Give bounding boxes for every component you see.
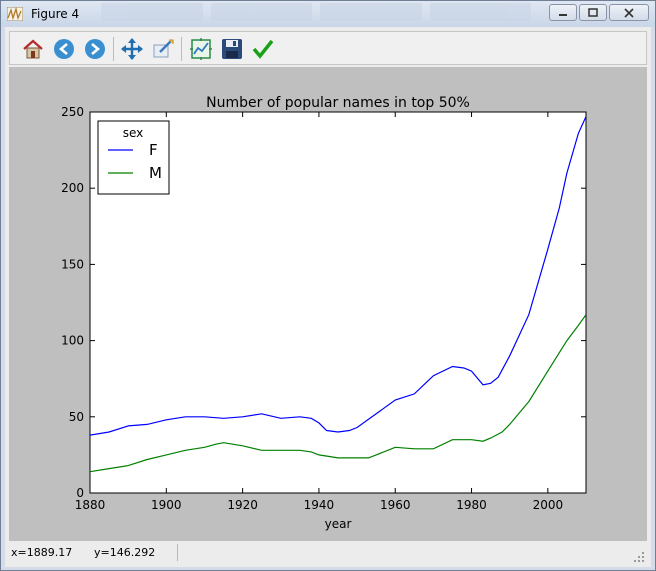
subplots-icon [190, 38, 212, 60]
floppy-disk-icon [222, 39, 242, 59]
cursor-y-readout: y=146.292 [94, 546, 156, 559]
subplots-button[interactable] [188, 36, 214, 62]
legend-label-F: F [149, 141, 158, 159]
maximize-button[interactable] [579, 4, 607, 21]
save-button[interactable] [219, 36, 245, 62]
forward-button[interactable] [82, 36, 108, 62]
legend: sex FM [97, 120, 170, 195]
x-tick-label: 1940 [304, 498, 335, 512]
y-tick-label: 200 [61, 181, 84, 195]
y-tick-label: 150 [61, 257, 84, 271]
chart-title: Number of popular names in top 50% [206, 95, 470, 111]
cursor-x-readout: x=1889.17 [11, 546, 73, 559]
home-icon [23, 39, 43, 59]
home-button[interactable] [20, 36, 46, 62]
x-tick-label: 2000 [533, 498, 564, 512]
minimize-icon [559, 13, 567, 16]
x-tick-label: 1960 [380, 498, 411, 512]
window-title: Figure 4 [31, 7, 80, 21]
close-button[interactable] [609, 4, 649, 21]
status-bar: x=1889.17 y=146.292 [9, 541, 647, 565]
close-icon [624, 7, 634, 18]
figure-canvas[interactable]: Number of popular names in top 50% year … [9, 67, 647, 541]
resize-grip-icon[interactable] [633, 551, 645, 563]
zoom-button[interactable] [150, 36, 176, 62]
figure-window: Figure 4 Number of popular names in top … [0, 0, 656, 571]
x-tick-label: 1880 [75, 498, 106, 512]
navigation-toolbar [9, 31, 647, 65]
y-tick-label: 0 [76, 486, 84, 500]
x-axis-label: year [325, 517, 352, 531]
forward-arrow-icon [85, 39, 105, 59]
matplotlib-app-icon [7, 7, 23, 21]
line-chart: Number of popular names in top 50% year … [61, 95, 587, 531]
maximize-icon [588, 8, 598, 17]
y-tick-label: 250 [61, 105, 84, 119]
edit-parameters-button[interactable] [250, 36, 276, 62]
title-bar[interactable]: Figure 4 [1, 1, 655, 27]
x-tick-label: 1980 [456, 498, 487, 512]
minimize-button[interactable] [549, 4, 577, 21]
back-button[interactable] [51, 36, 77, 62]
figure-frame: Number of popular names in top 50% year … [5, 27, 651, 567]
pan-arrows-icon [121, 38, 143, 60]
y-tick-label: 100 [61, 334, 84, 348]
x-tick-label: 1920 [227, 498, 258, 512]
pan-button[interactable] [119, 36, 145, 62]
background-taskbar-blur [101, 3, 531, 21]
checkmark-icon [252, 39, 274, 59]
back-arrow-icon [54, 39, 74, 59]
legend-label-M: M [149, 164, 162, 182]
legend-title: sex [123, 126, 144, 140]
zoom-rect-icon [153, 39, 174, 58]
x-tick-label: 1900 [151, 498, 182, 512]
y-tick-label: 50 [69, 410, 84, 424]
